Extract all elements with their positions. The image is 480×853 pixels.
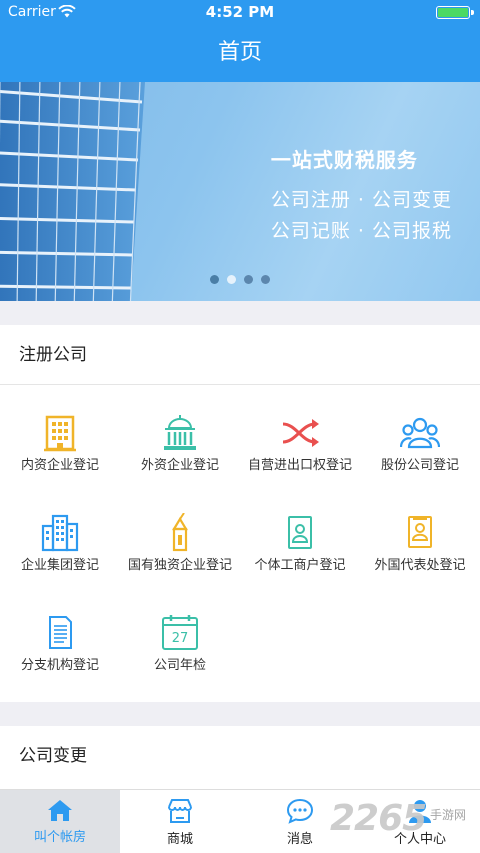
service-label: 外资企业登记	[140, 458, 219, 473]
service-label: 自营进出口权登记	[247, 458, 352, 473]
government-building-icon	[164, 415, 196, 450]
calendar-icon: 27	[162, 615, 198, 650]
clock-time: 4:52 PM	[205, 3, 275, 21]
service-item-individual[interactable]: 个体工商户登记	[240, 513, 360, 574]
service-label: 个体工商户登记	[254, 558, 346, 573]
service-label: 股份公司登记	[380, 458, 459, 473]
service-item-representative[interactable]: 外国代表处登记	[360, 513, 480, 574]
service-item-group[interactable]: 企业集团登记	[0, 513, 120, 574]
battery-icon	[436, 6, 474, 19]
chat-bubble-icon	[286, 798, 314, 824]
page-title: 首页	[217, 40, 262, 65]
service-label: 企业集团登记	[20, 558, 99, 573]
people-group-icon	[400, 417, 440, 449]
register-company-section: 注册公司 内资企业登记 外资企业登记 自营进出口权登记 股份公司登记 企业集团登…	[0, 325, 480, 702]
shuffle-arrows-icon	[282, 419, 319, 447]
flag-tower-icon	[172, 513, 188, 552]
service-label: 公司年检	[153, 658, 206, 673]
company-change-section: 公司变更	[0, 726, 480, 790]
tab-label: 叫个帐房	[33, 830, 86, 845]
calendar-day: 27	[172, 631, 189, 646]
city-buildings-icon	[41, 514, 79, 552]
page-dot[interactable]	[261, 275, 270, 284]
section-title: 公司变更	[19, 746, 87, 766]
tab-home[interactable]: 叫个帐房	[0, 790, 120, 853]
id-document-icon	[288, 516, 312, 549]
tab-label: 商城	[166, 832, 193, 847]
tab-shop[interactable]: 商城	[120, 790, 240, 853]
service-item-state-owned[interactable]: 国有独资企业登记	[120, 513, 240, 574]
page-dot[interactable]	[227, 275, 236, 284]
page-indicator[interactable]	[210, 275, 270, 284]
service-item-branch[interactable]: 分支机构登记	[0, 613, 120, 674]
banner-line-1: 公司注册 · 公司变更	[270, 189, 452, 211]
page-dot[interactable]	[244, 275, 253, 284]
promo-banner[interactable]: 一站式财税服务 公司注册 · 公司变更 公司记账 · 公司报税	[0, 82, 480, 301]
service-label: 外国代表处登记	[374, 558, 466, 573]
service-item-stock-company[interactable]: 股份公司登记	[360, 413, 480, 474]
shop-icon	[168, 799, 192, 823]
service-label: 国有独资企业登记	[127, 558, 232, 573]
service-item-import-export[interactable]: 自营进出口权登记	[240, 413, 360, 474]
service-label: 分支机构登记	[20, 658, 99, 673]
banner-title: 一站式财税服务	[270, 148, 418, 172]
page-dot[interactable]	[210, 275, 219, 284]
banner-line-2: 公司记账 · 公司报税	[270, 220, 452, 242]
watermark-text: 手游网	[430, 808, 467, 822]
banner-text: 一站式财税服务 公司注册 · 公司变更 公司记账 · 公司报税	[271, 144, 452, 247]
office-building-icon	[44, 415, 76, 452]
service-label: 内资企业登记	[20, 458, 99, 473]
section-title: 注册公司	[0, 325, 480, 385]
watermark-logo: 2265	[330, 798, 427, 839]
profile-document-icon	[408, 516, 432, 548]
service-item-domestic[interactable]: 内资企业登记	[0, 413, 120, 474]
home-icon	[48, 800, 72, 821]
nav-bar: 首页	[0, 24, 480, 82]
service-item-annual-check[interactable]: 27 公司年检	[120, 613, 240, 674]
text-document-icon	[49, 616, 72, 649]
building-facade-image	[0, 82, 145, 301]
status-bar: Carrier 4:52 PM	[0, 0, 480, 24]
service-item-foreign[interactable]: 外资企业登记	[120, 413, 240, 474]
